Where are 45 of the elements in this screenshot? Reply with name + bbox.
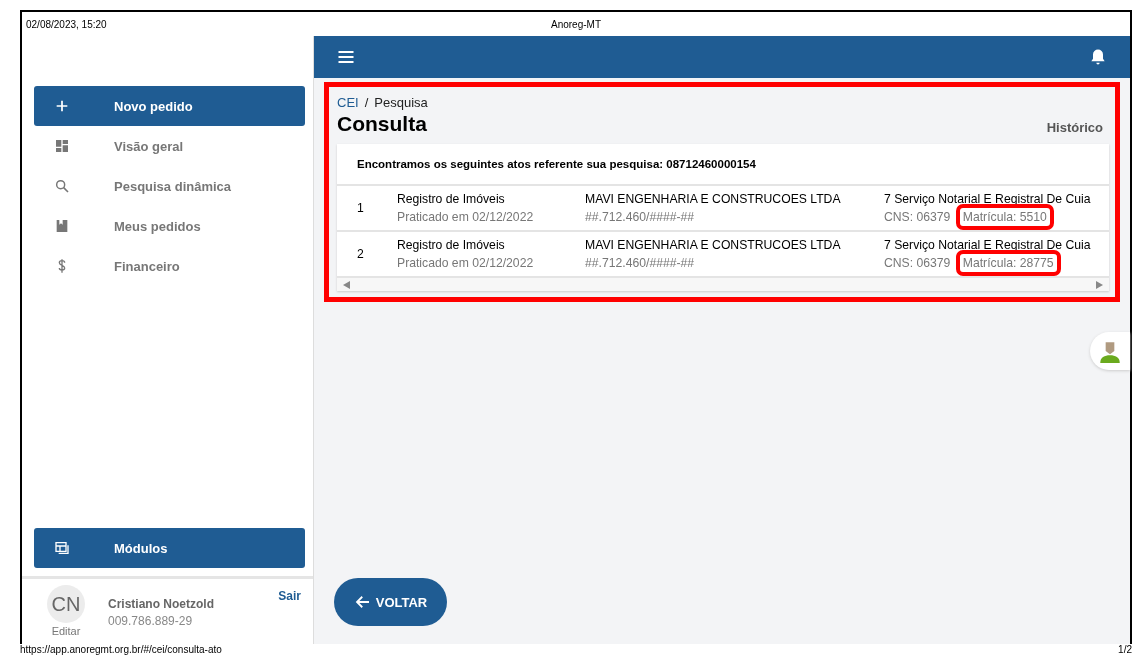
user-name: Cristiano Noetzold	[108, 597, 215, 611]
practice-date: Praticado em 02/12/2022	[397, 210, 534, 224]
breadcrumb-text: Pesquisa	[374, 95, 428, 110]
party-name: MAVI ENGENHARIA E CONSTRUCOES LTDA	[585, 192, 841, 206]
book-icon	[54, 218, 70, 234]
plus-icon	[54, 98, 70, 114]
history-link[interactable]: Histórico	[1046, 119, 1103, 135]
new-order-button[interactable]: Novo pedido	[34, 86, 305, 126]
print-date: 02/08/2023, 15:20	[26, 18, 107, 30]
breadcrumb-link[interactable]: CEI	[337, 95, 359, 110]
edit-link[interactable]: Editar	[51, 625, 81, 637]
print-title: Anoreg-MT	[551, 18, 601, 30]
service-name: Registro de Imóveis	[397, 192, 505, 206]
user-document: 009.786.889-29	[108, 614, 194, 628]
search-icon	[54, 178, 70, 194]
breadcrumb-text: /	[364, 95, 369, 110]
scroll-right-icon[interactable]	[1095, 280, 1103, 289]
office-name: 7 Serviço Notarial E Registral De Cuia	[884, 238, 1091, 252]
office-name: 7 Serviço Notarial E Registral De Cuia	[884, 192, 1091, 206]
results-summary: Encontramos os seguintes atos referente sua pesquisa: 08712460000154	[337, 144, 1109, 186]
cns-number: CNS: 06379	[884, 256, 951, 270]
page-title: Consulta	[337, 112, 427, 136]
back-button[interactable]: VOLTAR	[334, 578, 447, 626]
cns-number: CNS: 06379	[884, 210, 951, 224]
print-url: https://app.anoregmt.org.br/#/cei/consulta-ato	[20, 644, 222, 655]
service-name: Registro de Imóveis	[397, 238, 505, 252]
row-number: 2	[357, 247, 364, 261]
nav-item[interactable]: Visão geral	[34, 126, 305, 166]
print-page-number: 1/2	[1118, 644, 1132, 655]
nav-item[interactable]: Financeiro	[34, 246, 305, 286]
scroll-left-icon[interactable]	[343, 280, 351, 289]
row-number: 1	[357, 201, 364, 215]
window-icon	[54, 540, 70, 556]
logout-link[interactable]: Sair	[278, 585, 301, 644]
modules-button[interactable]: Módulos	[34, 528, 305, 568]
nav-item[interactable]: Meus pedidos	[34, 206, 305, 246]
nav-item[interactable]: Pesquisa dinâmica	[34, 166, 305, 206]
party-document: ##.712.460/####-##	[585, 210, 695, 224]
avatar-initials[interactable]: CN	[47, 585, 85, 623]
party-document: ##.712.460/####-##	[585, 256, 695, 270]
practice-date: Praticado em 02/12/2022	[397, 256, 534, 270]
support-button[interactable]	[1090, 332, 1130, 370]
dashboard-icon	[54, 138, 70, 154]
arrow-left-icon	[353, 593, 372, 611]
party-name: MAVI ENGENHARIA E CONSTRUCOES LTDA	[585, 238, 841, 252]
